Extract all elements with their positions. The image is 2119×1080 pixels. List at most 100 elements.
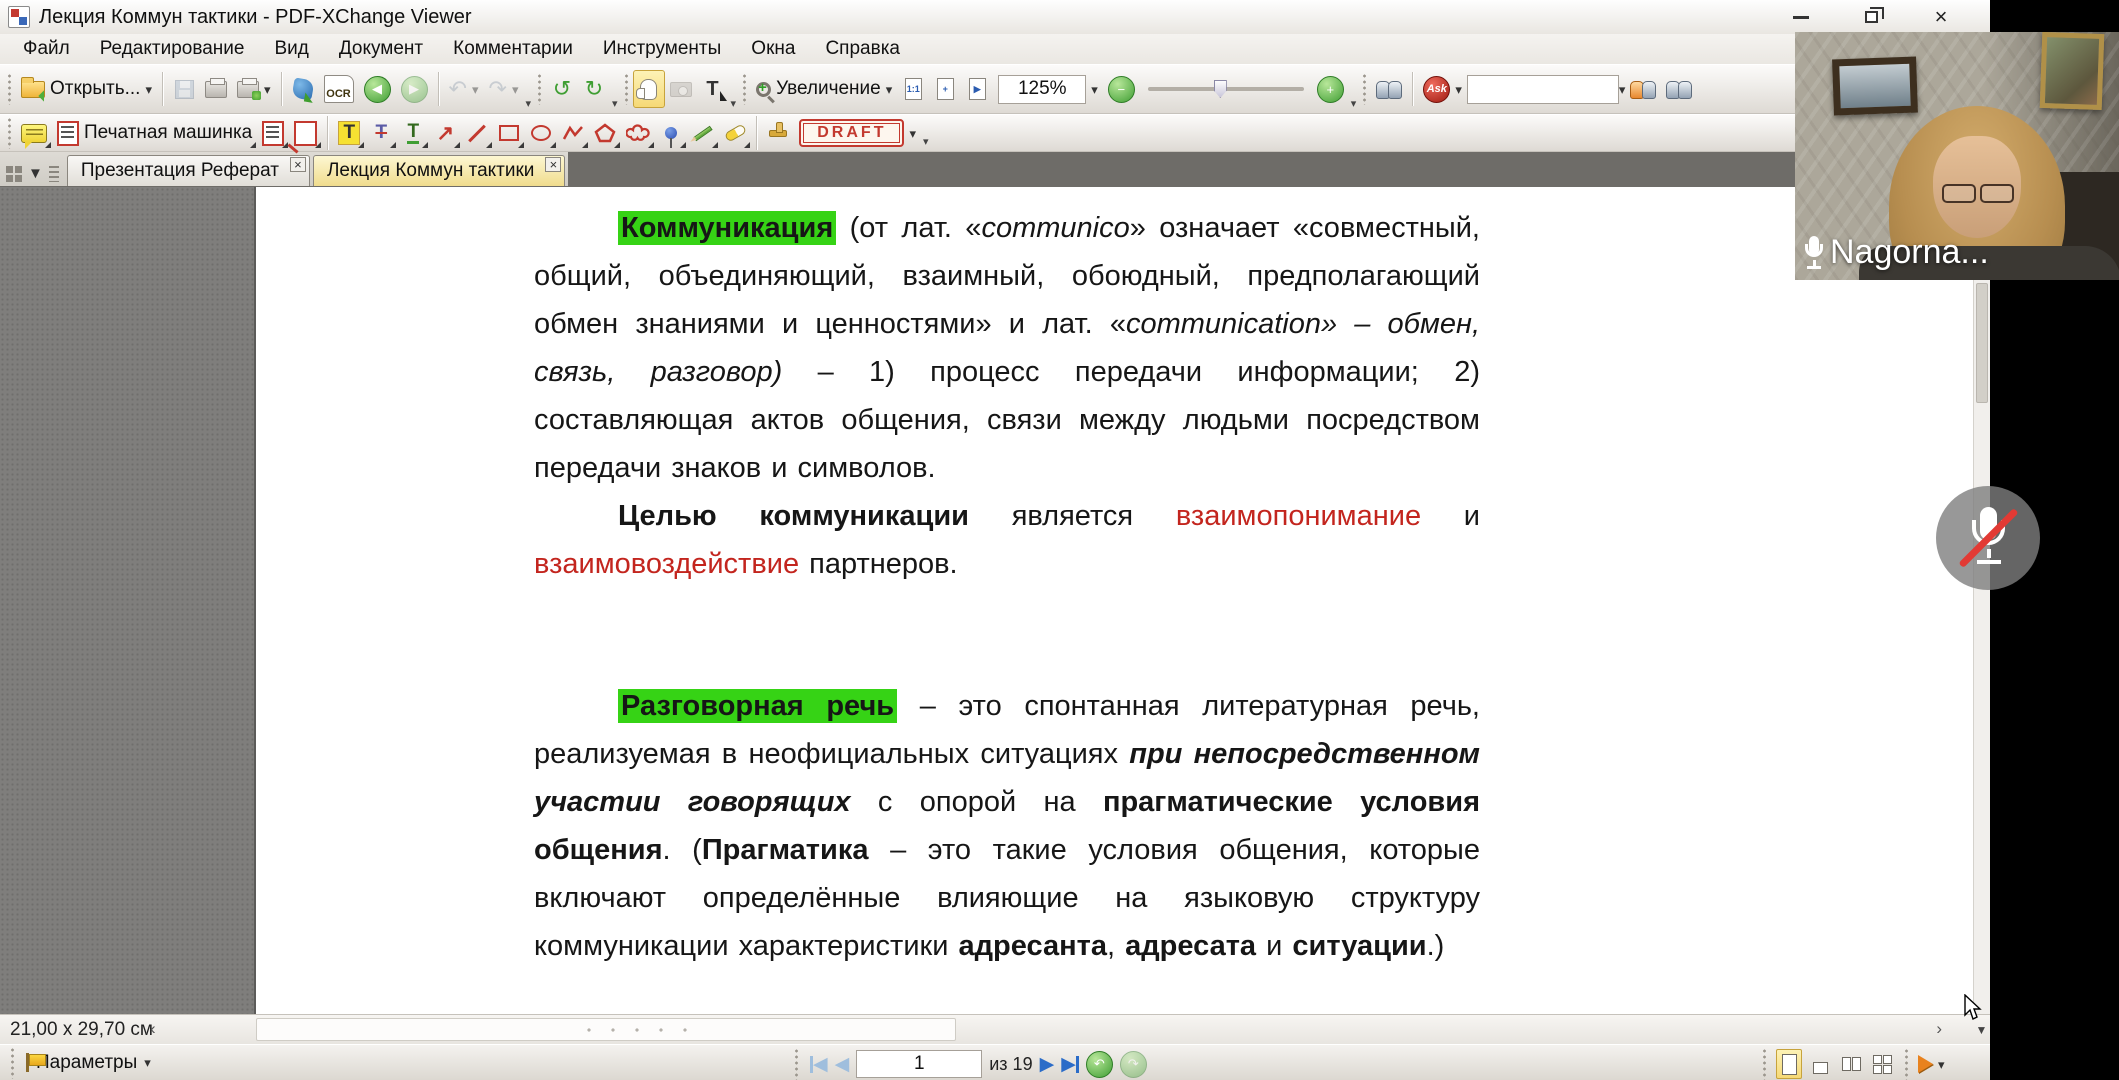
facing-layout-button[interactable] bbox=[1838, 1049, 1864, 1079]
facing-continuous-layout-button[interactable] bbox=[1869, 1049, 1895, 1079]
stamp-tool-button[interactable] bbox=[762, 117, 794, 149]
toolbar-overflow-icon[interactable]: ▾ bbox=[1351, 100, 1357, 113]
text-box-button[interactable] bbox=[257, 117, 289, 149]
zoom-level-dropdown-icon[interactable]: ▾ bbox=[1091, 83, 1098, 96]
toolbar-overflow-icon[interactable]: ▾ bbox=[731, 100, 737, 113]
zoom-out-button[interactable]: − bbox=[1103, 70, 1140, 108]
search-input[interactable] bbox=[1467, 75, 1619, 104]
options-button[interactable]: Параметры bbox=[36, 1052, 137, 1074]
zoom-tool-button[interactable]: Увеличение ▾ bbox=[751, 70, 897, 108]
toolbar-grip[interactable] bbox=[1761, 1048, 1768, 1080]
thumbnails-panel-icon[interactable] bbox=[6, 166, 22, 182]
highlight-text-button[interactable]: T bbox=[333, 117, 365, 149]
toolbar-grip[interactable] bbox=[623, 73, 630, 105]
toolbar-overflow-icon[interactable]: ▾ bbox=[612, 100, 618, 113]
save-button[interactable] bbox=[168, 70, 200, 108]
microphone-muted-button[interactable] bbox=[1936, 486, 2040, 590]
line-tool-button[interactable] bbox=[461, 117, 493, 149]
select-text-button[interactable]: T bbox=[697, 70, 729, 108]
undo-button[interactable]: ↶ ▾ bbox=[444, 70, 484, 108]
find-next-button[interactable] bbox=[1625, 70, 1661, 108]
print-button[interactable] bbox=[200, 70, 232, 108]
search-button[interactable] bbox=[1371, 70, 1407, 108]
options-dropdown-icon[interactable]: ▾ bbox=[144, 1056, 151, 1069]
open-button[interactable]: Открыть... ▾ bbox=[16, 70, 157, 108]
webcam-video[interactable]: Nagorna... bbox=[1795, 32, 2119, 280]
actual-size-button[interactable]: 1:1 bbox=[897, 70, 929, 108]
last-page-button[interactable]: ▶ bbox=[1061, 1053, 1079, 1076]
oval-tool-button[interactable] bbox=[525, 117, 557, 149]
page-number-input[interactable]: 1 bbox=[856, 1050, 982, 1078]
toolbar-grip[interactable] bbox=[741, 73, 748, 105]
previous-page-button[interactable]: ◀ bbox=[835, 1053, 850, 1076]
export-button[interactable] bbox=[287, 70, 319, 108]
close-button[interactable]: × bbox=[1926, 5, 1956, 29]
single-page-layout-button[interactable] bbox=[1776, 1049, 1802, 1079]
toolbar-overflow-icon[interactable]: ▾ bbox=[525, 100, 531, 113]
fit-width-button[interactable]: ▶ bbox=[961, 70, 993, 108]
draft-stamp-button[interactable]: DRAFT ▾ bbox=[794, 117, 921, 149]
history-forward-button[interactable]: ▶ bbox=[396, 70, 433, 108]
menu-help[interactable]: Справка bbox=[810, 35, 915, 63]
polyline-tool-button[interactable] bbox=[557, 117, 589, 149]
history-back-button[interactable]: ◀ bbox=[359, 70, 396, 108]
menu-document[interactable]: Документ bbox=[324, 35, 438, 63]
previous-view-button[interactable]: ↶ bbox=[1086, 1051, 1113, 1078]
bookmarks-panel-icon[interactable] bbox=[49, 166, 59, 182]
open-dropdown-icon[interactable]: ▾ bbox=[145, 83, 152, 96]
next-page-button[interactable]: ▶ bbox=[1040, 1053, 1055, 1076]
toolbar-grip[interactable] bbox=[1903, 1048, 1910, 1080]
redo-dropdown-icon[interactable]: ▾ bbox=[512, 83, 519, 96]
toolbar-grip[interactable] bbox=[1361, 73, 1368, 105]
panel-arrow-icon[interactable]: ▼ bbox=[28, 165, 43, 182]
hand-tool-button[interactable] bbox=[633, 70, 665, 108]
callout-button[interactable] bbox=[289, 117, 322, 149]
polygon-tool-button[interactable] bbox=[589, 117, 621, 149]
browse-tool-icon[interactable] bbox=[1918, 1055, 1933, 1073]
cloud-tool-button[interactable] bbox=[621, 117, 655, 149]
tab-close-icon[interactable]: × bbox=[290, 157, 306, 172]
zoom-slider[interactable] bbox=[1148, 87, 1304, 91]
zoom-tool-dropdown-icon[interactable]: ▾ bbox=[886, 83, 893, 96]
menu-tools[interactable]: Инструменты bbox=[588, 35, 736, 63]
scroll-right-icon[interactable]: › bbox=[1936, 1019, 1942, 1039]
next-view-button[interactable]: ↷ bbox=[1120, 1051, 1147, 1078]
typewriter-button[interactable]: Печатная машинка bbox=[52, 117, 257, 149]
minimize-button[interactable] bbox=[1786, 5, 1816, 29]
rotate-ccw-button[interactable]: ↺ bbox=[546, 70, 578, 108]
toolbar-overflow-icon[interactable]: ▾ bbox=[923, 138, 929, 151]
sticky-note-button[interactable] bbox=[16, 117, 52, 149]
zoom-level-value[interactable]: 125% bbox=[998, 75, 1086, 104]
pin-tool-button[interactable] bbox=[655, 117, 687, 149]
vertical-scrollbar-thumb[interactable] bbox=[1976, 283, 1988, 403]
browse-dropdown-icon[interactable]: ▾ bbox=[1938, 1058, 1945, 1071]
draft-dropdown-icon[interactable]: ▾ bbox=[909, 127, 916, 140]
continuous-layout-button[interactable] bbox=[1807, 1049, 1833, 1079]
scroll-left-icon[interactable]: ‹ bbox=[150, 1019, 156, 1039]
toolbar-grip[interactable] bbox=[793, 1048, 800, 1080]
ask-button[interactable]: Ask ▾ bbox=[1418, 70, 1467, 108]
print-dropdown-icon[interactable]: ▾ bbox=[264, 83, 271, 96]
undo-dropdown-icon[interactable]: ▾ bbox=[472, 83, 479, 96]
menu-windows[interactable]: Окна bbox=[736, 35, 810, 63]
zoom-slider-thumb[interactable] bbox=[1214, 80, 1227, 98]
first-page-button[interactable]: ◀ bbox=[810, 1053, 828, 1076]
restore-button[interactable] bbox=[1856, 5, 1886, 29]
horizontal-scrollbar-thumb[interactable] bbox=[256, 1018, 956, 1041]
vertical-scrollbar[interactable] bbox=[1973, 187, 1990, 1014]
find-previous-button[interactable] bbox=[1661, 70, 1697, 108]
rectangle-tool-button[interactable] bbox=[493, 117, 525, 149]
arrow-tool-button[interactable]: ↗ bbox=[429, 117, 461, 149]
zoom-level-combo[interactable]: 125% ▾ bbox=[993, 70, 1103, 108]
toolbar-grip[interactable] bbox=[536, 73, 543, 105]
strikeout-text-button[interactable]: T bbox=[365, 117, 397, 149]
tab-lekcia-kommun-taktiki[interactable]: Лекция Коммун тактики × bbox=[313, 155, 565, 186]
rotate-cw-button[interactable]: ↻ bbox=[578, 70, 610, 108]
redo-button[interactable]: ↷ ▾ bbox=[484, 70, 524, 108]
print-options-button[interactable]: ▾ bbox=[232, 70, 276, 108]
tab-presentation-referat[interactable]: Презентация Реферат × bbox=[67, 155, 310, 186]
snapshot-button[interactable] bbox=[665, 70, 697, 108]
tab-close-icon[interactable]: × bbox=[545, 157, 561, 172]
toolbar-grip[interactable] bbox=[6, 73, 13, 105]
toolbar-grip[interactable] bbox=[9, 1047, 16, 1079]
